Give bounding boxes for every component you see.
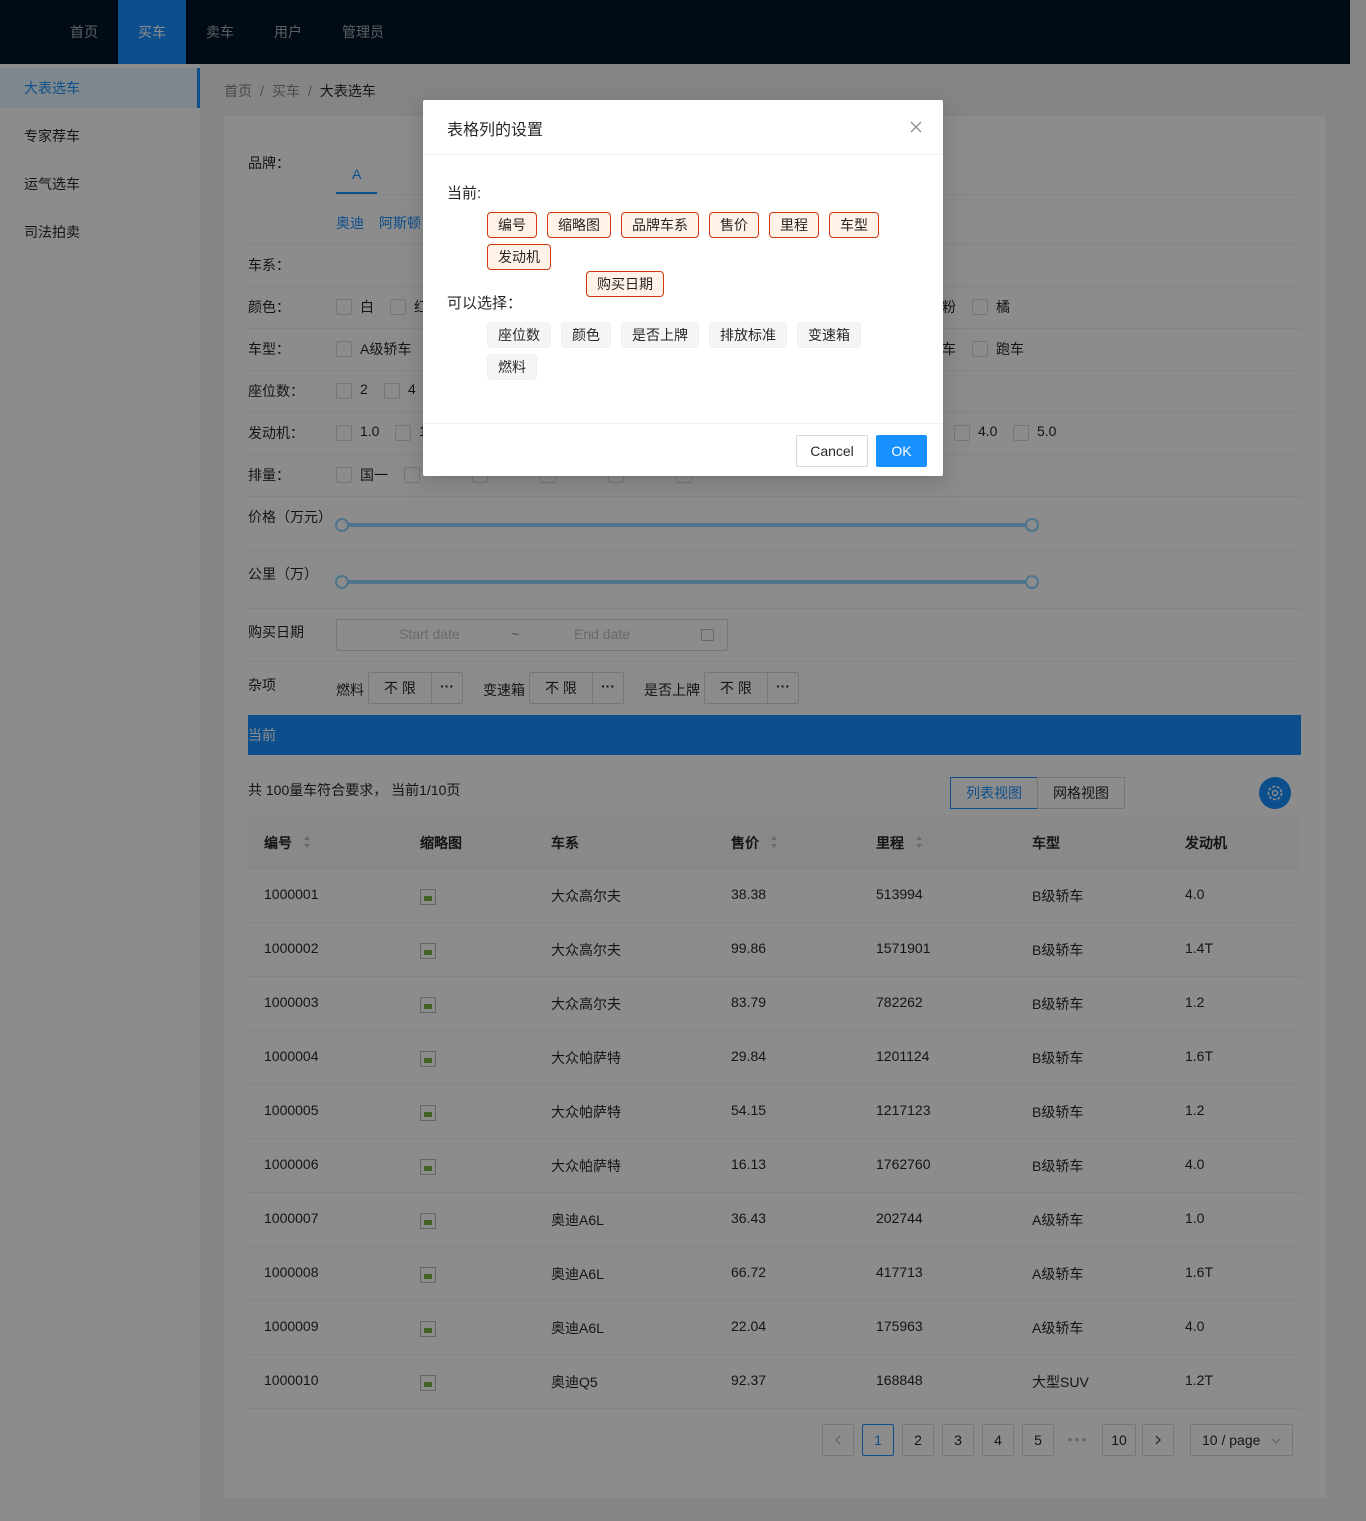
available-tag-seats[interactable]: 座位数 <box>487 322 551 348</box>
current-tag-engine[interactable]: 发动机 <box>487 244 551 270</box>
dragging-tag-purchase-date[interactable]: 购买日期 <box>586 271 664 297</box>
modal-header: 表格列的设置 <box>423 100 943 155</box>
modal-footer: Cancel OK <box>423 423 943 476</box>
current-tag-brand-series[interactable]: 品牌车系 <box>621 212 699 238</box>
available-tag-gearbox[interactable]: 变速箱 <box>797 322 861 348</box>
available-columns-label: 可以选择： <box>447 295 523 312</box>
ok-button[interactable]: OK <box>876 435 927 467</box>
current-tag-price[interactable]: 售价 <box>709 212 759 238</box>
available-tag-plate[interactable]: 是否上牌 <box>621 322 699 348</box>
current-columns-label: 当前: <box>447 185 482 202</box>
current-tag-mileage[interactable]: 里程 <box>769 212 819 238</box>
available-tag-color[interactable]: 颜色 <box>561 322 611 348</box>
close-icon[interactable] <box>905 116 927 138</box>
available-tag-fuel[interactable]: 燃料 <box>487 354 537 380</box>
column-settings-modal: 表格列的设置 当前: 编号 缩略图 品牌车系 售价 里程 车型 发动机 购买日期… <box>423 100 943 476</box>
current-tag-type[interactable]: 车型 <box>829 212 879 238</box>
current-tag-thumbnail[interactable]: 缩略图 <box>547 212 611 238</box>
cancel-button[interactable]: Cancel <box>796 435 868 467</box>
modal-title: 表格列的设置 <box>447 122 544 139</box>
current-tag-id[interactable]: 编号 <box>487 212 537 238</box>
available-tag-emission[interactable]: 排放标准 <box>709 322 787 348</box>
